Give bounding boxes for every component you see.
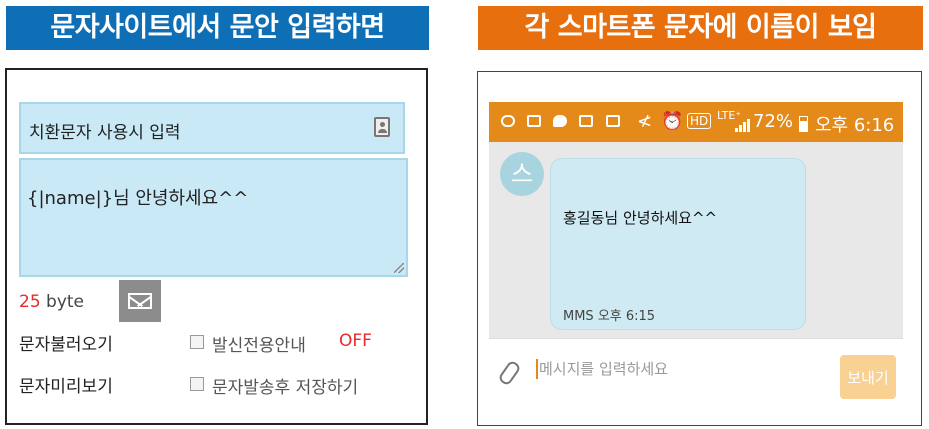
message-text: {|name|}님 안녕하세요^^ bbox=[27, 188, 249, 209]
signal-icon bbox=[735, 118, 751, 132]
sender-guide-label: 발신전용안내 bbox=[212, 336, 306, 356]
contact-book-icon[interactable] bbox=[374, 117, 390, 137]
sms-notification-icon bbox=[606, 115, 620, 127]
mute-icon: ≮ bbox=[637, 111, 653, 132]
substitution-field-label: 치환문자 사용시 입력 bbox=[29, 123, 181, 143]
paperclip-icon[interactable] bbox=[497, 359, 522, 387]
message-input[interactable] bbox=[539, 358, 819, 380]
message-notification-icon bbox=[527, 115, 541, 127]
message-textarea[interactable]: {|name|}님 안녕하세요^^ bbox=[19, 158, 408, 277]
sender-guide-checkbox[interactable] bbox=[190, 335, 204, 349]
chat-notification-icon bbox=[501, 115, 515, 127]
message-input-bar: 보내기 bbox=[489, 338, 903, 405]
battery-percent: 72% bbox=[753, 111, 794, 132]
hd-voice-icon: HD bbox=[687, 113, 712, 129]
send-button[interactable]: 보내기 bbox=[840, 355, 896, 399]
resize-handle-icon[interactable] bbox=[394, 263, 404, 273]
sender-avatar[interactable]: 스 bbox=[500, 152, 544, 196]
message-meta: MMS 오후 6:15 bbox=[563, 309, 656, 324]
byte-counter: 25 byte bbox=[19, 292, 84, 312]
save-after-send-checkbox[interactable] bbox=[190, 377, 204, 391]
byte-count: 25 bbox=[19, 292, 41, 312]
preview-message-link[interactable]: 문자미리보기 bbox=[19, 372, 113, 397]
right-caption-banner: 각 스마트폰 문자에 이름이 보임 bbox=[478, 6, 923, 50]
left-caption-banner: 문자사이트에서 문안 입력하면 bbox=[6, 6, 429, 50]
substitution-text-field[interactable]: 치환문자 사용시 입력 bbox=[19, 102, 405, 154]
shield-notification-icon bbox=[553, 115, 567, 127]
envelope-icon bbox=[128, 293, 152, 309]
sms-compose-panel: 치환문자 사용시 입력 {|name|}님 안녕하세요^^ 25 byte 문자… bbox=[5, 68, 428, 425]
message-body: 홍길동님 안녕하세요^^ bbox=[563, 209, 718, 227]
byte-unit: byte bbox=[40, 292, 85, 312]
phone-preview-panel: ≮ ⏰ HD LTE⁺ 72% 오후 6:16 스 홍길동님 안녕하세요^^ M… bbox=[477, 71, 922, 426]
message-bubble[interactable]: 홍길동님 안녕하세요^^ MMS 오후 6:15 bbox=[550, 158, 806, 330]
save-after-send-label: 문자발송후 저장하기 bbox=[212, 378, 359, 398]
clock: 오후 6:16 bbox=[815, 115, 895, 136]
envelope-button[interactable] bbox=[119, 280, 161, 322]
sender-guide-status: OFF bbox=[339, 331, 372, 351]
phone-screen: ≮ ⏰ HD LTE⁺ 72% 오후 6:16 스 홍길동님 안녕하세요^^ M… bbox=[489, 102, 903, 405]
load-messages-link[interactable]: 문자불러오기 bbox=[19, 330, 113, 355]
battery-icon bbox=[799, 116, 808, 132]
alarm-icon: ⏰ bbox=[661, 111, 684, 132]
text-caret bbox=[536, 359, 538, 379]
status-bar: ≮ ⏰ HD LTE⁺ 72% 오후 6:16 bbox=[489, 102, 903, 142]
gallery-notification-icon bbox=[579, 115, 593, 127]
